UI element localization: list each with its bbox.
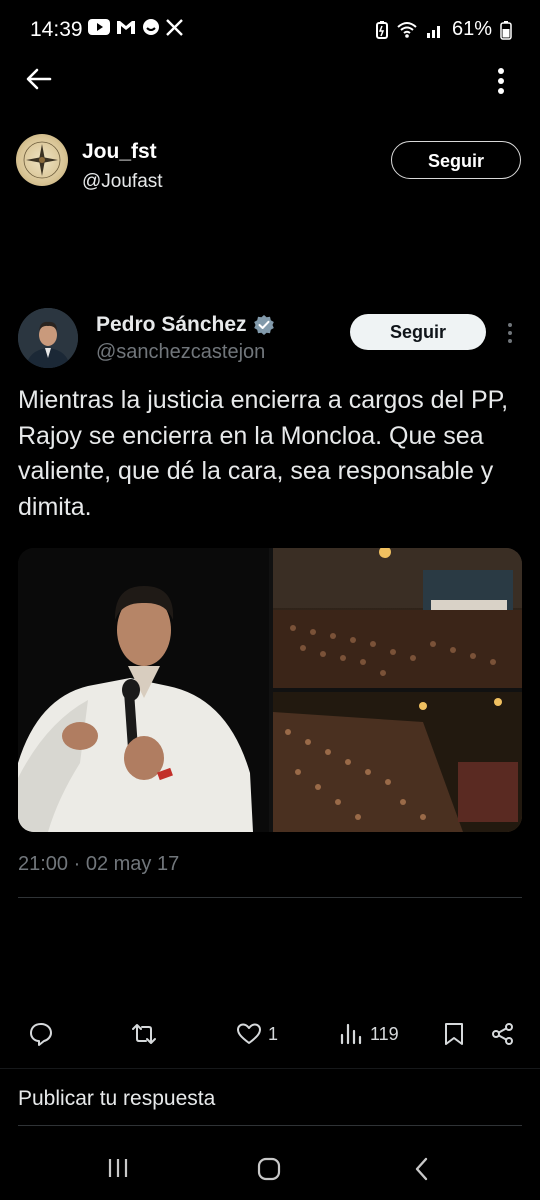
status-time: 14:39 (30, 18, 83, 41)
divider (0, 1068, 540, 1069)
speaker-photo (18, 548, 269, 832)
media-photo-auditorium-crowd[interactable] (273, 692, 522, 832)
auditorium-photo-1 (273, 548, 522, 688)
reply-input[interactable]: Publicar tu respuesta (18, 1087, 215, 1111)
follow-author-button[interactable]: Seguir (350, 314, 486, 350)
author-avatar[interactable] (18, 308, 78, 368)
android-nav-bar (0, 1140, 540, 1200)
battery-saver-icon (375, 20, 388, 39)
x-icon (166, 18, 183, 36)
notification-icons (88, 18, 183, 36)
bookmark-icon (445, 1023, 463, 1045)
tweet-text: Mientras la justicia encierra a cargos d… (18, 386, 509, 521)
chat-icon (143, 19, 159, 35)
follow-suggested-button[interactable]: Seguir (391, 141, 521, 179)
author-name-row[interactable]: Pedro Sánchez (96, 313, 275, 337)
status-bar: 14:39 61% (0, 0, 540, 60)
view-count: 119 (370, 1023, 399, 1044)
suggested-account-avatar[interactable] (16, 134, 68, 186)
battery-icon (500, 20, 512, 40)
views-icon (340, 1023, 362, 1045)
share-icon (492, 1023, 513, 1045)
back-arrow-icon[interactable] (22, 62, 56, 96)
reply-button[interactable] (28, 1018, 54, 1050)
share-button[interactable] (490, 1018, 516, 1050)
youtube-icon (88, 19, 110, 35)
views-button[interactable]: 119 (338, 1018, 399, 1050)
media-photo-auditorium-stage[interactable] (273, 548, 522, 688)
tweet-more-icon[interactable] (500, 320, 520, 346)
suggested-account-name[interactable]: Jou_fst (82, 140, 157, 164)
tweet-media-grid[interactable] (18, 548, 522, 832)
author-name[interactable]: Pedro Sánchez (96, 313, 247, 337)
battery-percent: 61% (451, 18, 492, 40)
divider (18, 897, 522, 898)
media-photo-speaker[interactable] (18, 548, 269, 832)
author-photo (18, 308, 78, 368)
author-handle[interactable]: @sanchezcastejon (96, 341, 265, 364)
home-icon[interactable] (256, 1156, 282, 1182)
recents-icon[interactable] (106, 1156, 130, 1180)
retweet-button[interactable] (131, 1018, 157, 1050)
signal-icon (426, 25, 440, 38)
back-icon[interactable] (410, 1156, 434, 1182)
gmail-icon (117, 21, 135, 34)
divider (18, 1125, 522, 1126)
bookmark-button[interactable] (441, 1018, 467, 1050)
vertical-dots-icon[interactable] (486, 64, 516, 98)
verified-badge-icon (253, 315, 274, 335)
wifi-icon (397, 21, 417, 38)
compass-logo-icon (23, 141, 61, 179)
suggested-account-handle[interactable]: @Joufast (82, 171, 163, 193)
heart-icon (237, 1023, 261, 1044)
system-status: 61% (375, 18, 512, 41)
retweet-icon (132, 1024, 156, 1044)
like-count: 1 (268, 1023, 279, 1044)
tweet-timestamp[interactable]: 21:00 · 02 may 17 (18, 853, 179, 876)
like-button[interactable]: 1 (236, 1018, 278, 1050)
reply-icon (30, 1023, 52, 1046)
auditorium-photo-2 (273, 692, 522, 832)
